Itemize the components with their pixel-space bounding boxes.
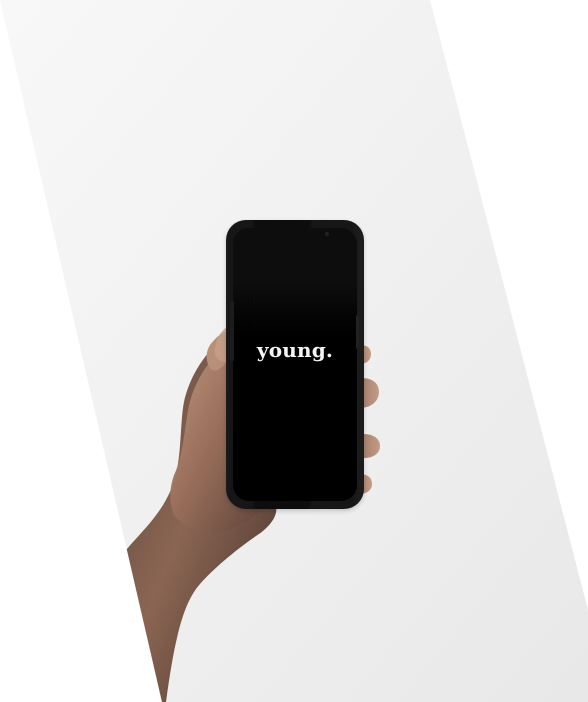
smartphone-icon — [226, 220, 364, 509]
screen-logo-text: young. — [256, 338, 333, 362]
photo-panel: young. — [0, 0, 588, 702]
photo-icon: young. — [0, 0, 588, 702]
